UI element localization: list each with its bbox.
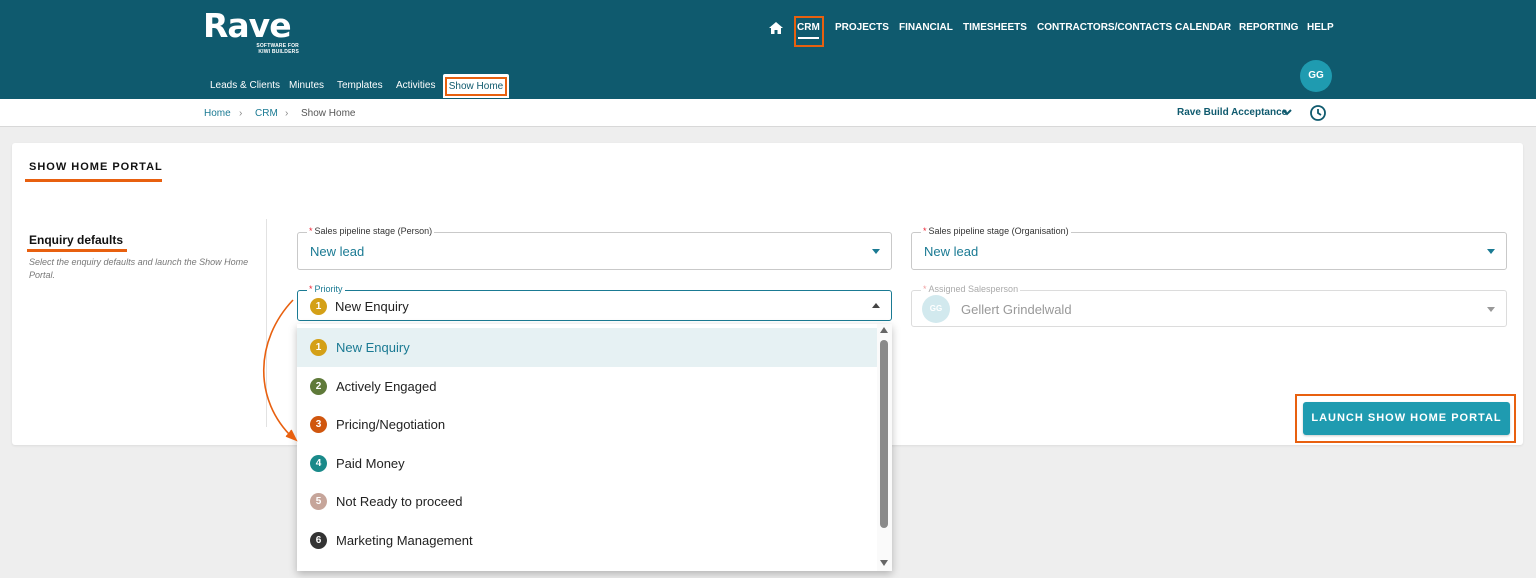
section-divider [266,219,267,427]
nav-contractors-contacts[interactable]: CONTRACTORS/CONTACTS [1037,17,1172,47]
dropdown-option[interactable]: 2 Actively Engaged [297,367,877,406]
launch-show-home-portal-button[interactable]: LAUNCH SHOW HOME PORTAL [1303,402,1510,435]
option-label: Actively Engaged [336,379,437,394]
subnav-show-home[interactable]: Show Home [445,77,507,96]
rave-logo[interactable]: Rave SOFTWARE FOR KIWI BUILDERS [203,6,299,56]
subnav-activities[interactable]: Activities [396,80,435,91]
dropdown-option[interactable]: 4 Paid Money [297,444,877,483]
history-clock-icon[interactable] [1309,104,1327,122]
priority-badge: 6 [310,532,327,549]
pipeline-stage-organisation-select[interactable]: * Sales pipeline stage (Organisation) New… [911,226,1507,270]
option-label: Marketing Management [336,533,473,548]
priority-badge: 2 [310,378,327,395]
option-label: Not Ready to proceed [336,494,463,509]
field-value: Gellert Grindelwald [961,302,1072,317]
breadcrumb: Home › CRM › Show Home Rave Build Accept… [0,99,1536,127]
field-value: New lead [924,244,979,259]
subnav-templates[interactable]: Templates [337,80,383,91]
priority-badge: 5 [310,493,327,510]
nav-financial[interactable]: FINANCIAL [899,17,953,47]
title-underline [25,179,162,182]
breadcrumb-current: Show Home [301,108,356,119]
pipeline-stage-person-select[interactable]: * Sales pipeline stage (Person) New lead [297,226,892,270]
chevron-down-icon[interactable] [1281,106,1293,118]
field-label: * Sales pipeline stage (Organisation) [921,226,1071,236]
field-label: * Priority [307,284,345,294]
dropdown-option[interactable]: 1 New Enquiry [297,328,877,367]
dropdown-option[interactable]: 3 Pricing/Negotiation [297,405,877,444]
user-avatar[interactable]: GG [1300,60,1332,92]
environment-selector[interactable]: Rave Build Acceptance [1177,107,1287,118]
dropdown-option[interactable]: 5 Not Ready to proceed [297,482,877,521]
crm-active-underline [798,37,819,39]
logo-wordmark: Rave [203,6,292,45]
assigned-salesperson-select: * Assigned Salesperson GG Gellert Grindel… [911,284,1507,327]
priority-badge: 1 [310,339,327,356]
nav-timesheets[interactable]: TIMESHEETS [963,17,1027,47]
dropdown-option-partial[interactable] [297,560,877,571]
dropdown-arrow-icon[interactable] [1487,249,1495,254]
priority-dropdown-list: 1 New Enquiry 2 Actively Engaged 3 Prici… [297,324,892,571]
nav-reporting[interactable]: REPORTING [1239,17,1298,47]
option-label: Pricing/Negotiation [336,417,446,432]
field-value: New Enquiry [335,299,409,314]
home-icon[interactable] [768,21,784,35]
section-description: Select the enquiry defaults and launch t… [29,257,249,280]
field-value: New lead [310,244,365,259]
nav-calendar[interactable]: CALENDAR [1175,17,1231,47]
option-label: New Enquiry [336,340,410,355]
field-label: * Sales pipeline stage (Person) [307,226,435,236]
app-header: Rave SOFTWARE FOR KIWI BUILDERS CRM PROJ… [0,0,1536,99]
scroll-up-icon[interactable] [880,327,888,333]
priority-badge: 3 [310,416,327,433]
salesperson-avatar: GG [922,295,950,323]
dropdown-arrow-icon[interactable] [872,249,880,254]
priority-select[interactable]: * Priority 1 New Enquiry [297,284,892,321]
section-title: Enquiry defaults [29,233,124,247]
priority-badge: 4 [310,455,327,472]
dropdown-option[interactable]: 6 Marketing Management [297,521,877,560]
dropdown-scrollbar[interactable] [877,324,892,571]
card-title: SHOW HOME PORTAL [29,161,163,173]
section-underline [27,249,127,252]
nav-crm[interactable]: CRM [797,17,820,47]
option-label: Paid Money [336,456,405,471]
breadcrumb-separator: › [239,108,243,119]
priority-badge: 1 [310,298,327,315]
nav-help[interactable]: HELP [1307,17,1334,47]
subnav-minutes[interactable]: Minutes [289,80,324,91]
logo-tagline: SOFTWARE FOR KIWI BUILDERS [256,43,299,55]
breadcrumb-separator: › [285,108,289,119]
scrollbar-thumb[interactable] [880,340,888,528]
dropdown-arrow-icon [1487,307,1495,312]
nav-projects[interactable]: PROJECTS [835,17,889,47]
field-label: * Assigned Salesperson [921,284,1021,294]
breadcrumb-home[interactable]: Home [204,108,231,119]
dropdown-arrow-icon[interactable] [872,303,880,308]
scroll-down-icon[interactable] [880,560,888,566]
breadcrumb-crm[interactable]: CRM [255,108,278,119]
subnav-leads-clients[interactable]: Leads & Clients [210,80,280,91]
